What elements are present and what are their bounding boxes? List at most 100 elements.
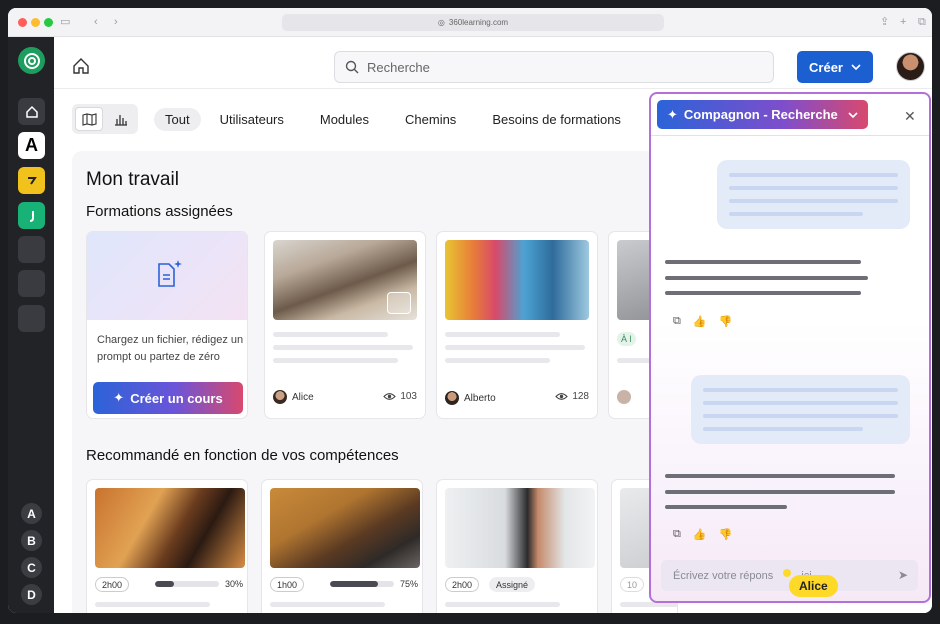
new-tab-icon[interactable]: + (900, 16, 906, 28)
create-course-label: Créer un cours (130, 390, 223, 406)
message-line (703, 427, 863, 431)
address-text: 360learning.com (448, 18, 509, 27)
course-views: 103 (383, 391, 417, 402)
copy-icon[interactable]: ⧉ (673, 315, 681, 328)
chevron-down-icon (851, 64, 861, 70)
filter-tab-users[interactable]: Utilisateurs (209, 108, 295, 131)
avatar[interactable] (896, 52, 925, 81)
collaborator-cursor (783, 569, 791, 577)
section-title-assigned: Formations assignées (86, 203, 233, 220)
course-author: Alice (273, 390, 314, 404)
app-placeholder-icon[interactable] (18, 236, 45, 263)
progress-fill (155, 581, 175, 587)
bar-chart-icon (115, 114, 127, 126)
companion-panel: ✦ Compagnon - Recherche ✕ ⧉ 👍 👎 ⧉ 👍 👎 Éc… (649, 92, 931, 603)
collaborator-cursor-label: Alice (789, 575, 838, 597)
rail-letter-c[interactable]: C (21, 557, 42, 578)
copy-icon[interactable]: ⧉ (673, 528, 681, 541)
user-message-bubble (717, 160, 910, 229)
create-label: Créer (809, 59, 843, 75)
filter-tabs: Tout Utilisateurs Modules Chemins Besoin… (154, 108, 632, 131)
course-card[interactable]: Alice 103 (264, 231, 426, 419)
rail-letter-d[interactable]: D (21, 584, 42, 605)
course-card[interactable]: Alberto 128 (436, 231, 598, 419)
assistant-message-line (665, 291, 861, 295)
companion-mode-dropdown[interactable]: ✦ Compagnon - Recherche (657, 100, 868, 129)
app-yellow-icon[interactable] (18, 167, 45, 194)
home-rail-icon[interactable] (18, 98, 45, 125)
placeholder-line (273, 332, 388, 337)
app-placeholder-icon[interactable] (18, 305, 45, 332)
placeholder-line (445, 358, 550, 363)
share-icon[interactable]: ⇪ (880, 16, 889, 28)
back-icon[interactable]: ‹ (94, 16, 98, 28)
create-button[interactable]: Créer (797, 51, 873, 83)
author-avatar (445, 391, 459, 405)
thumbs-up-icon[interactable]: 👍 (693, 315, 707, 328)
browser-window: ▭ ‹ › ◎ 360learning.com ⇪ + ⧉ A A B C D (8, 8, 932, 613)
thumbs-down-icon[interactable]: 👎 (719, 315, 733, 328)
assistant-message-line (665, 276, 868, 280)
progress-bar (330, 581, 394, 587)
create-course-card: Chargez un fichier, rédigez un prompt ou… (86, 231, 248, 419)
send-icon[interactable]: ➤ (898, 568, 908, 582)
chat-input-placeholder: Écrivez votre répons (673, 569, 774, 582)
filter-tab-modules[interactable]: Modules (309, 108, 380, 131)
home-icon[interactable] (72, 57, 90, 80)
app-a-icon[interactable]: A (18, 132, 45, 159)
search-input[interactable]: Recherche (334, 51, 774, 83)
assigned-badge: Assigné (489, 577, 536, 592)
filter-tab-all[interactable]: Tout (154, 108, 201, 131)
address-bar[interactable]: ◎ 360learning.com (282, 14, 664, 31)
filter-tab-training-needs[interactable]: Besoins de formations (481, 108, 632, 131)
placeholder-line (270, 602, 385, 607)
placeholder-line (445, 332, 560, 337)
sparkle-icon: ✦ (113, 390, 125, 405)
filter-tab-paths[interactable]: Chemins (394, 108, 467, 131)
recommended-card[interactable]: 2h00 Assigné (436, 479, 598, 613)
chevron-down-icon (848, 111, 858, 118)
minimize-window-button[interactable] (31, 18, 40, 27)
close-icon[interactable]: ✕ (904, 108, 916, 125)
progress-bar (155, 581, 219, 587)
thumbs-up-icon[interactable]: 👍 (693, 528, 707, 541)
create-card-banner (87, 232, 247, 320)
assistant-message-line (665, 260, 861, 264)
author-name: Alice (292, 391, 314, 403)
thumbs-down-icon[interactable]: 👎 (719, 528, 733, 541)
map-view-button[interactable] (75, 107, 103, 131)
app-placeholder-icon[interactable] (18, 270, 45, 297)
recommended-card[interactable]: 2h00 30% (86, 479, 248, 613)
message-line (729, 199, 898, 203)
search-icon (345, 60, 359, 74)
views-count: 103 (400, 391, 417, 402)
tabs-overview-icon[interactable]: ⧉ (918, 16, 926, 28)
message-line (703, 414, 898, 418)
forward-icon[interactable]: › (114, 16, 118, 28)
assistant-message-line (665, 490, 895, 494)
course-thumbnail (445, 240, 589, 320)
app-green-icon[interactable] (18, 202, 45, 229)
rail-letter-a[interactable]: A (21, 503, 42, 524)
create-course-button[interactable]: ✦ Créer un cours (93, 382, 243, 414)
progress-fill (330, 581, 378, 587)
author-avatar (273, 390, 287, 404)
sidebar-toggle-icon[interactable]: ▭ (60, 16, 70, 28)
close-window-button[interactable] (18, 18, 27, 27)
panel-divider (651, 135, 929, 136)
zoom-window-button[interactable] (44, 18, 53, 27)
views-count: 128 (572, 391, 589, 402)
duration-pill: 10 (620, 577, 645, 592)
placeholder-line (95, 602, 210, 607)
scorm-badge-icon (387, 292, 411, 314)
placeholder-line (445, 345, 585, 350)
progress-percent: 30% (225, 579, 244, 589)
section-title-recommended: Recommandé en fonction de vos compétence… (86, 447, 399, 464)
rail-letter-b[interactable]: B (21, 530, 42, 551)
logo-icon[interactable] (18, 47, 45, 74)
chart-view-button[interactable] (107, 107, 135, 131)
recommended-card[interactable]: 1h00 75% (261, 479, 423, 613)
placeholder-line (445, 602, 560, 607)
logo-mark (23, 52, 40, 69)
course-views: 128 (555, 391, 589, 402)
